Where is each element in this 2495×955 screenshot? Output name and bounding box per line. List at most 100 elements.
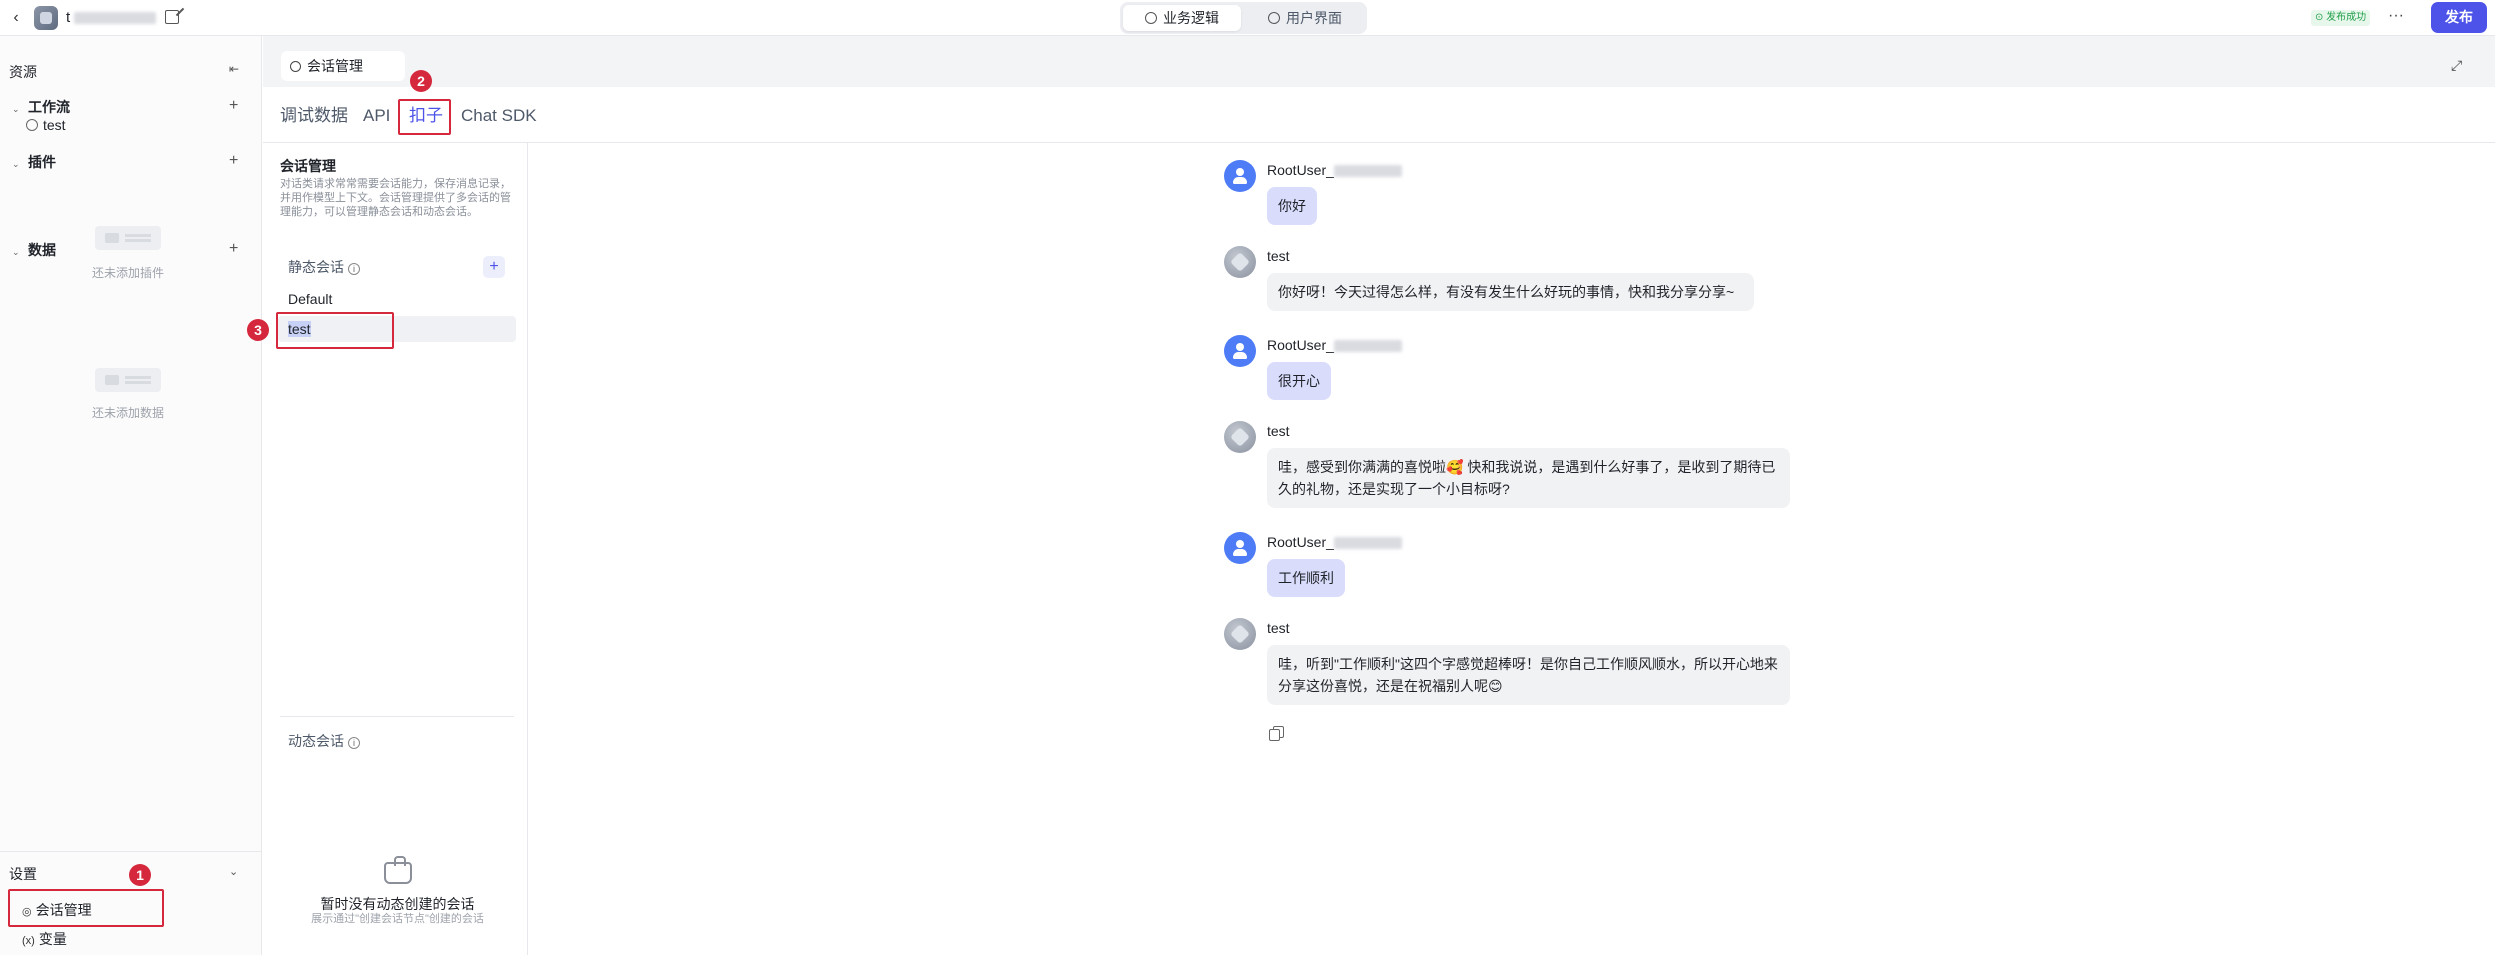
add-conversation-button[interactable]: +	[483, 256, 505, 278]
panel-title: 会话管理	[280, 158, 336, 174]
redacted-name	[1333, 165, 1402, 178]
sender-name: RootUser_	[1267, 534, 1334, 550]
chat-area	[529, 143, 2495, 955]
page-tab-label: 会话管理	[307, 58, 363, 74]
publish-status-badge: ⊙ 发布成功	[2311, 10, 2371, 26]
empty-plugins-text: 还未添加插件	[91, 266, 164, 280]
settings-item-label: 变量	[38, 931, 67, 947]
chevron-down-icon: ⌄	[12, 159, 20, 169]
app-logo	[34, 6, 58, 30]
tab-chat-sdk[interactable]: Chat SDK	[461, 105, 537, 127]
sender-name: RootUser_	[1267, 337, 1334, 353]
message-sender: RootUser_	[1267, 534, 1402, 550]
publish-button[interactable]: 发布	[2431, 2, 2487, 33]
static-label-text: 静态会话	[288, 259, 344, 275]
annotation-number-3: 3	[247, 319, 269, 341]
tab-api[interactable]: API	[363, 105, 390, 127]
redacted-name	[74, 12, 157, 25]
divider	[0, 851, 262, 852]
more-options-button[interactable]: ···	[2384, 6, 2408, 30]
redacted-name	[1333, 537, 1402, 550]
palette-icon	[1268, 12, 1280, 24]
section-label: 工作流	[28, 99, 70, 115]
message-sender: RootUser_	[1267, 337, 1402, 353]
redacted-name	[1333, 340, 1402, 353]
expand-icon[interactable]: ⤢	[2451, 57, 2462, 74]
user-avatar	[1224, 532, 1256, 564]
empty-dynamic-subtitle: 展示通过"创建会话节点"创建的会话	[311, 913, 484, 925]
annotation-box-3	[276, 312, 394, 349]
workflow-icon	[26, 119, 38, 131]
sender-name: RootUser_	[1267, 162, 1334, 178]
divider	[280, 716, 514, 717]
static-conversations-label: 静态会话 i	[288, 257, 360, 277]
publish-status-text: 发布成功	[2326, 12, 2367, 23]
info-icon[interactable]: i	[348, 737, 360, 749]
chevron-down-icon: ⌄	[12, 247, 20, 257]
user-avatar	[1224, 335, 1256, 367]
user-message-bubble: 工作顺利	[1267, 559, 1345, 597]
user-message-bubble: 很开心	[1267, 362, 1331, 400]
main-header	[263, 36, 2495, 87]
top-bar: ‹ t 业务逻辑 用户界面 ⊙ 发布成功 ··· 发布	[0, 0, 2495, 36]
conversation-item-default[interactable]: Default	[278, 286, 516, 312]
sidebar-item-label: test	[43, 117, 66, 133]
resource-sidebar: 资源 ⇤ ⌄ 工作流 + test ⌄ 插件 + 还未添加插件 ⌄ 数据 + 还未添加…	[0, 36, 262, 955]
add-plugin-button[interactable]: +	[229, 153, 238, 169]
section-label: 数据	[28, 242, 56, 258]
app-name-prefix: t	[66, 9, 71, 26]
collapse-sidebar-icon[interactable]: ⇤	[229, 62, 243, 76]
add-workflow-button[interactable]: +	[229, 98, 238, 114]
mode-tab-business-logic[interactable]: 业务逻辑	[1123, 5, 1241, 31]
mode-tab-user-interface[interactable]: 用户界面	[1246, 5, 1364, 31]
sidebar-item-workflow-test[interactable]: test	[26, 117, 66, 133]
dynamic-label-text: 动态会话	[288, 733, 344, 749]
settings-item-variables[interactable]: (x) 变量	[22, 929, 67, 949]
empty-plugins-illustration	[95, 226, 161, 250]
bot-message-bubble: 哇，感受到你满满的喜悦啦🥰 快和我说说，是遇到什么好事了，是收到了期待已久的礼物…	[1267, 448, 1790, 508]
bot-message-bubble: 你好呀！今天过得怎么样，有没有发生什么好玩的事情，快和我分享分享~	[1267, 273, 1754, 311]
tab-debug-data[interactable]: 调试数据	[280, 105, 348, 127]
app-name: t	[66, 9, 157, 26]
user-message-bubble: 你好	[1267, 187, 1317, 225]
section-workflow[interactable]: ⌄ 工作流	[12, 97, 70, 117]
section-label: 插件	[28, 154, 56, 170]
copy-icon[interactable]	[1269, 726, 1284, 741]
info-icon[interactable]: i	[348, 263, 360, 275]
edit-icon[interactable]	[165, 10, 179, 24]
chevron-down-icon[interactable]: ⌄	[229, 865, 238, 878]
message-sender: test	[1267, 248, 1290, 264]
dynamic-conversations-label: 动态会话 i	[288, 731, 360, 751]
bot-avatar	[1224, 618, 1256, 650]
check-icon: ⊙	[2315, 12, 2324, 23]
panel-description: 对话类请求常常需要会话能力，保存消息记录，并用作模型上下文。会话管理提供了多会话…	[280, 178, 511, 218]
user-avatar	[1224, 160, 1256, 192]
annotation-number-1: 1	[129, 864, 151, 886]
mode-switch: 业务逻辑 用户界面	[1120, 2, 1367, 34]
annotation-box-1	[8, 889, 164, 927]
add-data-button[interactable]: +	[229, 241, 238, 257]
mode-label: 用户界面	[1286, 10, 1342, 26]
page-tab-conversation-management[interactable]: 会话管理	[281, 51, 405, 81]
bot-avatar	[1224, 421, 1256, 453]
annotation-number-2: 2	[410, 70, 432, 92]
sidebar-title: 资源	[9, 64, 37, 80]
message-sender: test	[1267, 620, 1290, 636]
mode-label: 业务逻辑	[1163, 10, 1219, 26]
empty-data-text: 还未添加数据	[91, 406, 164, 420]
empty-dynamic-title: 暂时没有动态创建的会话	[320, 896, 475, 912]
subtab-bar	[263, 87, 2495, 143]
back-arrow-icon[interactable]: ‹	[8, 9, 24, 27]
message-sender: RootUser_	[1267, 162, 1402, 178]
section-plugins[interactable]: ⌄ 插件	[12, 152, 56, 172]
workflow-icon	[1145, 12, 1157, 24]
chevron-down-icon: ⌄	[12, 104, 20, 114]
annotation-box-2	[398, 99, 451, 135]
section-data[interactable]: ⌄ 数据	[12, 240, 56, 260]
chat-settings-icon	[290, 61, 301, 72]
empty-inbox-icon	[384, 856, 412, 884]
empty-data-illustration	[95, 368, 161, 392]
message-sender: test	[1267, 423, 1290, 439]
variable-icon: (x)	[22, 935, 35, 947]
bot-avatar	[1224, 246, 1256, 278]
